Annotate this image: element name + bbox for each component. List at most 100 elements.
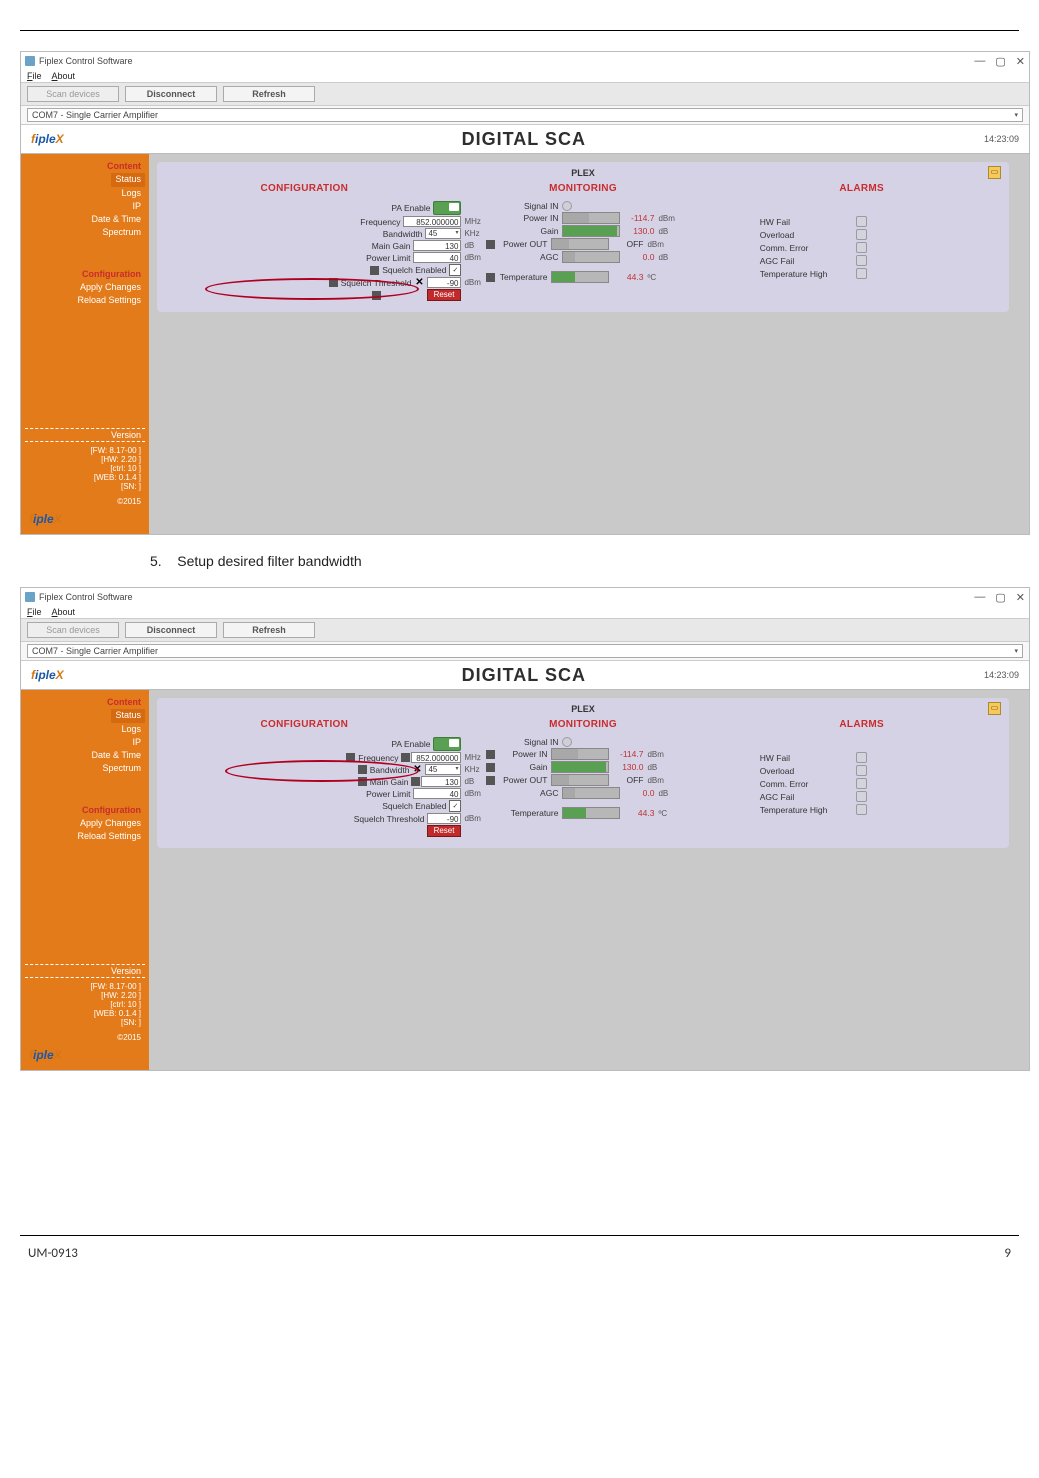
sidebar-spectrum[interactable]: Spectrum (25, 226, 145, 239)
sidebar-apply[interactable]: Apply Changes (25, 817, 145, 830)
squelch-threshold-input[interactable]: -90 (427, 813, 461, 824)
power-limit-unit: dBm (464, 253, 486, 262)
sidebar-reload[interactable]: Reload Settings (25, 830, 145, 843)
alarm-temp-label: Temperature High (760, 269, 850, 279)
squelch-enabled-checkbox[interactable]: ✓ (449, 264, 461, 276)
sidebar: Content Status Logs IP Date & Time Spect… (21, 154, 149, 534)
temperature-bar (562, 807, 620, 819)
menu-file[interactable]: File (27, 71, 42, 81)
power-out-unit: dBm (647, 776, 669, 785)
alarm-led (856, 765, 867, 776)
device-select-value: COM7 - Single Carrier Amplifier (32, 646, 158, 656)
sidebar-datetime[interactable]: Date & Time (25, 749, 145, 762)
collapse-icon[interactable]: ▭ (988, 166, 1001, 179)
refresh-button[interactable]: Refresh (223, 622, 315, 638)
sidebar-reload[interactable]: Reload Settings (25, 294, 145, 307)
pa-enable-toggle[interactable] (433, 201, 461, 215)
page-title: DIGITAL SCA (64, 665, 984, 686)
brand-bar: fipleX DIGITAL SCA 14:23:09 (21, 661, 1029, 690)
sidebar-status[interactable]: Status (111, 173, 145, 186)
frequency-input[interactable]: 852.000000 (403, 216, 461, 227)
chevron-down-icon: ▾ (1014, 111, 1018, 119)
squelch-enabled-label: Squelch Enabled (382, 265, 446, 275)
temperature-bar (551, 271, 609, 283)
sidebar-ip[interactable]: IP (25, 736, 145, 749)
power-out-label: Power OUT (499, 239, 547, 249)
squelch-enabled-label: Squelch Enabled (382, 801, 446, 811)
app-window-1: Fiplex Control Software — ▢ ✕ File About… (20, 51, 1030, 535)
signal-in-led (562, 201, 572, 211)
refresh-button[interactable]: Refresh (223, 86, 315, 102)
power-limit-input[interactable]: 40 (413, 788, 461, 799)
disconnect-button[interactable]: Disconnect (125, 622, 217, 638)
alarm-temp-label: Temperature High (760, 805, 850, 815)
alarm-comm-label: Comm. Error (760, 779, 850, 789)
main-gain-input[interactable]: 130 (413, 240, 461, 251)
power-limit-input[interactable]: 40 (413, 252, 461, 263)
main-gain-unit: dB (464, 241, 486, 250)
reset-button[interactable]: Reset (427, 825, 462, 837)
bandwidth-label: Bandwidth (370, 765, 410, 775)
mon-header: MONITORING (444, 183, 723, 194)
menu-about[interactable]: About (52, 607, 76, 617)
pa-enable-toggle[interactable] (433, 737, 461, 751)
power-in-bar (562, 212, 620, 224)
sidebar-ip[interactable]: IP (25, 200, 145, 213)
sidebar-spectrum[interactable]: Spectrum (25, 762, 145, 775)
marker-icon (370, 266, 379, 275)
menu-file[interactable]: File (27, 607, 42, 617)
client-area: Content Status Logs IP Date & Time Spect… (21, 690, 1029, 1070)
collapse-icon[interactable]: ▭ (988, 702, 1001, 715)
menubar: File About (21, 606, 1029, 618)
sidebar-v3: [ctrl: 10 ] (25, 464, 145, 473)
logo: fipleX (31, 668, 64, 682)
device-select[interactable]: COM7 - Single Carrier Amplifier ▾ (27, 644, 1023, 658)
menu-about[interactable]: About (52, 71, 76, 81)
device-select[interactable]: COM7 - Single Carrier Amplifier ▾ (27, 108, 1023, 122)
sidebar-v2: [HW: 2.20 ] (25, 455, 145, 464)
sidebar-logs[interactable]: Logs (25, 723, 145, 736)
squelch-threshold-input[interactable]: -90 (427, 277, 461, 288)
maximize-button[interactable]: ▢ (995, 55, 1005, 68)
step-text: Setup desired filter bandwidth (177, 553, 361, 569)
main-gain-input[interactable]: 130 (421, 776, 461, 787)
sidebar-status[interactable]: Status (111, 709, 145, 722)
sidebar-apply[interactable]: Apply Changes (25, 281, 145, 294)
page-footer: UM-0913 9 (20, 1235, 1019, 1261)
sidebar-content[interactable]: Content (25, 160, 145, 173)
main-content: PLEX ▭ CONFIGURATION MONITORING ALARMS P… (149, 154, 1029, 534)
minimize-button[interactable]: — (974, 55, 985, 68)
sidebar-configuration[interactable]: Configuration (25, 268, 145, 281)
alm-header: ALARMS (722, 719, 1001, 730)
scan-devices-button[interactable]: Scan devices (27, 622, 119, 638)
frequency-input[interactable]: 852.000000 (411, 752, 461, 763)
sidebar-datetime[interactable]: Date & Time (25, 213, 145, 226)
sidebar-content[interactable]: Content (25, 696, 145, 709)
alm-header: ALARMS (722, 183, 1001, 194)
bandwidth-select[interactable]: 45▾ (425, 228, 461, 239)
sidebar-configuration[interactable]: Configuration (25, 804, 145, 817)
close-button[interactable]: ✕ (1016, 55, 1025, 68)
close-button[interactable]: ✕ (1016, 591, 1025, 604)
sidebar-logs[interactable]: Logs (25, 187, 145, 200)
disconnect-button[interactable]: Disconnect (125, 86, 217, 102)
panel-title: PLEX (571, 168, 595, 178)
scan-devices-button[interactable]: Scan devices (27, 86, 119, 102)
power-limit-unit: dBm (464, 789, 486, 798)
power-out-bar (551, 774, 609, 786)
minimize-button[interactable]: — (974, 591, 985, 604)
marker-icon (372, 291, 381, 300)
sidebar-v2: [HW: 2.20 ] (25, 991, 145, 1000)
main-gain-unit: dB (464, 777, 486, 786)
maximize-button[interactable]: ▢ (995, 591, 1005, 604)
reset-button[interactable]: Reset (427, 289, 462, 301)
squelch-enabled-checkbox[interactable]: ✓ (449, 800, 461, 812)
gain-label: Gain (500, 226, 558, 236)
app-icon (25, 56, 35, 66)
main-content: PLEX ▭ CONFIGURATION MONITORING ALARMS P… (149, 690, 1029, 1070)
chevron-down-icon: ▾ (1014, 647, 1018, 655)
brand-bar: fipleX DIGITAL SCA 14:23:09 (21, 125, 1029, 154)
agc-bar (562, 787, 620, 799)
configuration-column: PA Enable Frequency852.000000MHz Bandwid… (165, 200, 486, 302)
bandwidth-select[interactable]: 45▾ (425, 764, 461, 775)
